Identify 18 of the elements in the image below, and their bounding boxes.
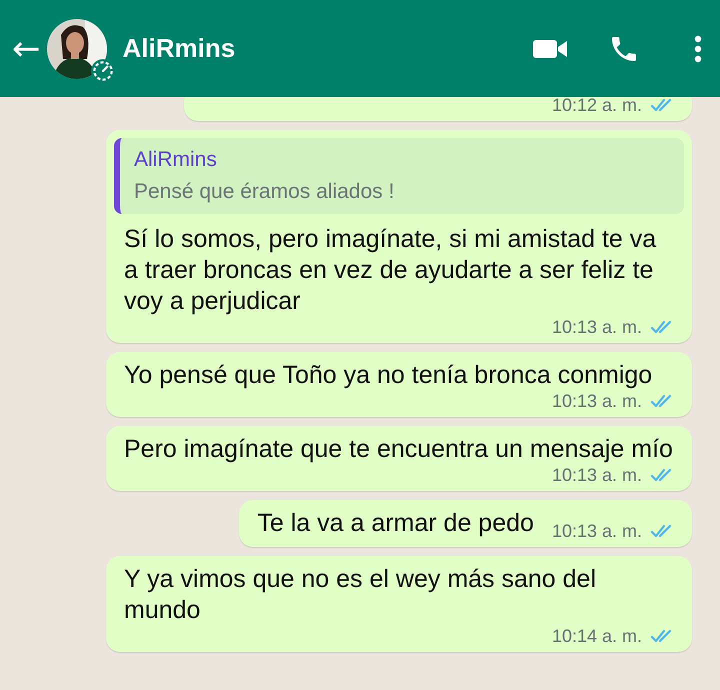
message-time: 10:13 a. m. bbox=[552, 390, 642, 413]
message-time: 10:13 a. m. bbox=[552, 464, 642, 487]
message-text: Pero imagínate que te encuentra un mensaje mío bbox=[124, 434, 673, 465]
message-time: 10:12 a. m. bbox=[552, 94, 642, 117]
quote-text: Pensé que éramos aliados ! bbox=[134, 180, 396, 204]
menu-icon[interactable] bbox=[694, 34, 702, 62]
message-text: Te la va a armar de pedo bbox=[257, 508, 534, 539]
contact-name[interactable]: AliRmins bbox=[122, 33, 236, 64]
message-time: 10:13 a. m. bbox=[552, 520, 642, 543]
quote-author: AliRmins bbox=[134, 148, 218, 172]
message-text: Yo pensé que Toño ya no tenía bronca conmigo bbox=[124, 360, 652, 391]
message-time: 10:14 a. m. bbox=[552, 625, 642, 648]
back-button[interactable]: ← bbox=[8, 32, 44, 66]
message-text: Sí lo somos, pero imagínate, si mi amistad te va a traer broncas en vez de ayudarte a ser feliz te voy a perjudicar bbox=[124, 224, 658, 317]
quoted-message[interactable]: AliRmins Pensé que éramos aliados ! bbox=[114, 138, 684, 214]
message-time: 10:13 a. m. bbox=[552, 316, 642, 339]
message-text: Y ya vimos que no es el wey más sano del mundo bbox=[124, 564, 598, 626]
status-ring-icon bbox=[90, 58, 116, 84]
